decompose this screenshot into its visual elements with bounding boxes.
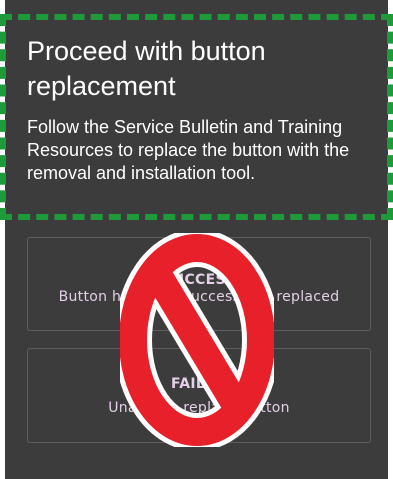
dialog-title: Proceed with button replacement xyxy=(27,36,266,101)
prohibited-icon xyxy=(120,233,274,447)
dialog-instructions: Follow the Service Bulletin and Training… xyxy=(27,117,350,183)
